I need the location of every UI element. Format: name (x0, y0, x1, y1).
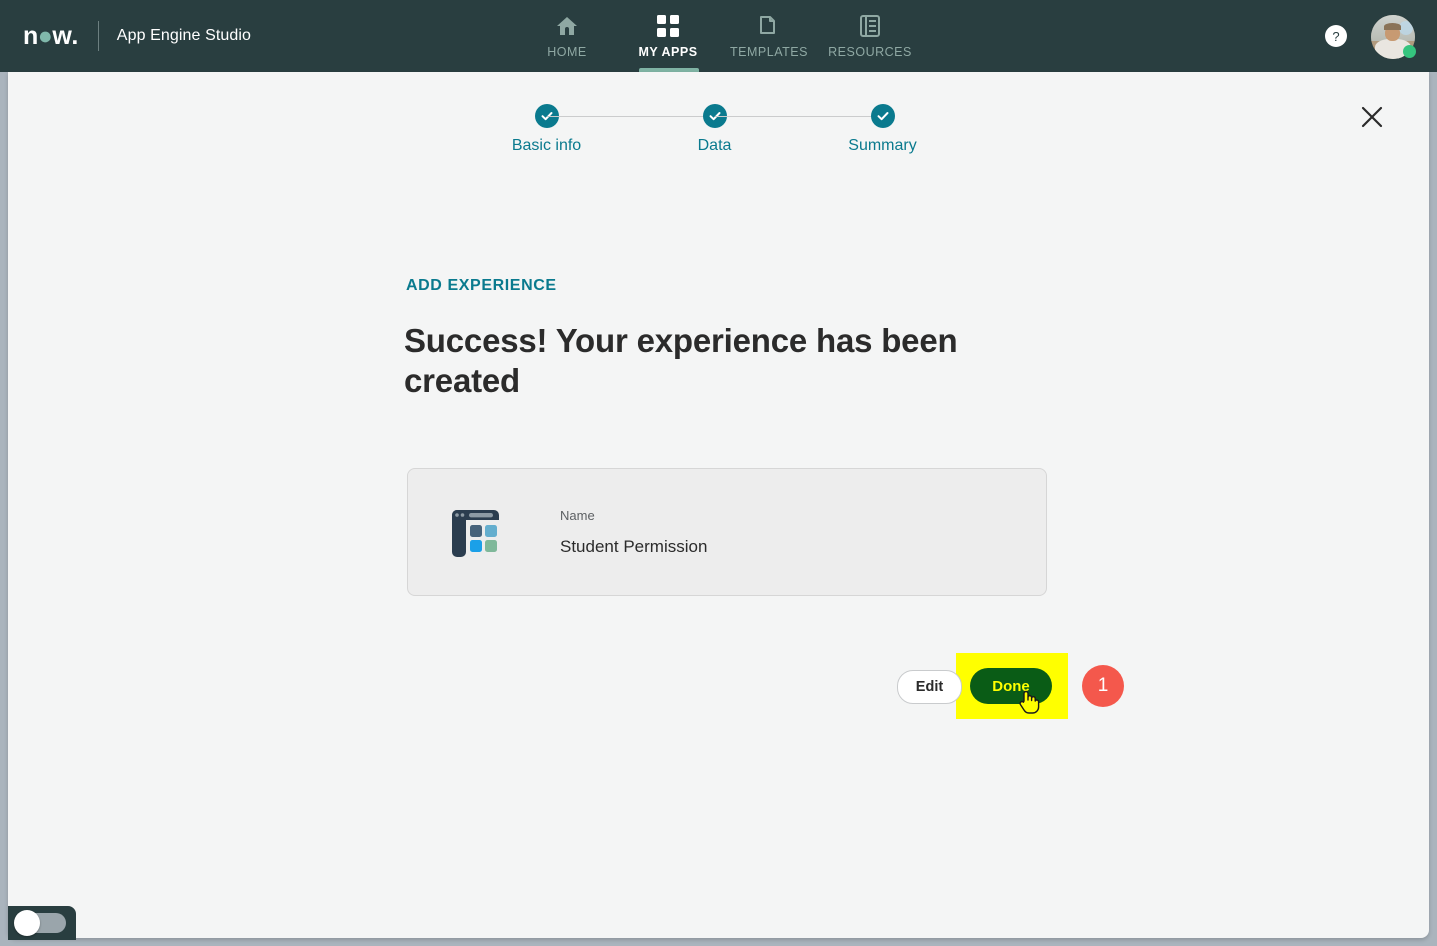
experience-portal-icon (450, 507, 500, 557)
step-data-label: Data (697, 137, 732, 154)
step-number-badge: 1 (1082, 665, 1124, 707)
resources-icon (859, 13, 881, 39)
theme-toggle[interactable] (8, 906, 76, 940)
avatar-hair (1384, 22, 1401, 30)
nav-tab-home-label: HOME (547, 45, 587, 59)
brand-area[interactable]: n ● w. App Engine Studio (23, 0, 251, 72)
page-title: Success! Your experience has been create… (404, 322, 958, 400)
step-summary-label: Summary (848, 137, 917, 154)
wizard-stepper: Basic info Data Summary (8, 104, 1429, 155)
user-avatar[interactable] (1371, 15, 1416, 59)
templates-icon (757, 13, 781, 39)
avatar-background-object (1399, 21, 1413, 35)
card-fields: Name Student Permission (560, 508, 707, 557)
edit-button[interactable]: Edit (897, 670, 962, 704)
nav-tab-templates-label: TEMPLATES (730, 45, 808, 59)
nav-tab-home[interactable]: HOME (517, 0, 618, 72)
app-root: n ● w. App Engine Studio HOME MY APPS TE… (0, 0, 1437, 946)
grid-icon (657, 13, 679, 39)
nav-tab-my-apps[interactable]: MY APPS (618, 0, 719, 72)
top-navigation-bar: n ● w. App Engine Studio HOME MY APPS TE… (0, 0, 1437, 72)
home-icon (555, 13, 579, 39)
product-title: App Engine Studio (116, 27, 252, 44)
help-icon[interactable]: ? (1325, 25, 1347, 47)
name-field-label: Name (560, 507, 595, 523)
nav-tab-my-apps-label: MY APPS (638, 45, 698, 59)
section-eyebrow: ADD EXPERIENCE (406, 277, 557, 294)
step-connector (714, 116, 883, 117)
step-connector (546, 116, 715, 117)
presence-indicator (1403, 45, 1416, 58)
nav-tab-resources-label: RESOURCES (828, 45, 912, 59)
servicenow-logo: n ● w. (23, 21, 78, 50)
name-field-value: Student Permission (560, 536, 708, 556)
step-complete-icon (870, 104, 895, 128)
done-button[interactable]: Done (970, 668, 1052, 704)
toggle-knob (14, 910, 40, 936)
add-experience-modal: Basic info Data Summary ADD EXPERIENCE S… (8, 72, 1429, 938)
experience-summary-card: Name Student Permission (407, 468, 1047, 596)
step-basic-info-label: Basic info (511, 137, 582, 154)
brand-divider (97, 21, 99, 51)
nav-tab-resources[interactable]: RESOURCES (820, 0, 921, 72)
toggle-track (14, 910, 66, 936)
nav-tab-templates[interactable]: TEMPLATES (719, 0, 820, 72)
